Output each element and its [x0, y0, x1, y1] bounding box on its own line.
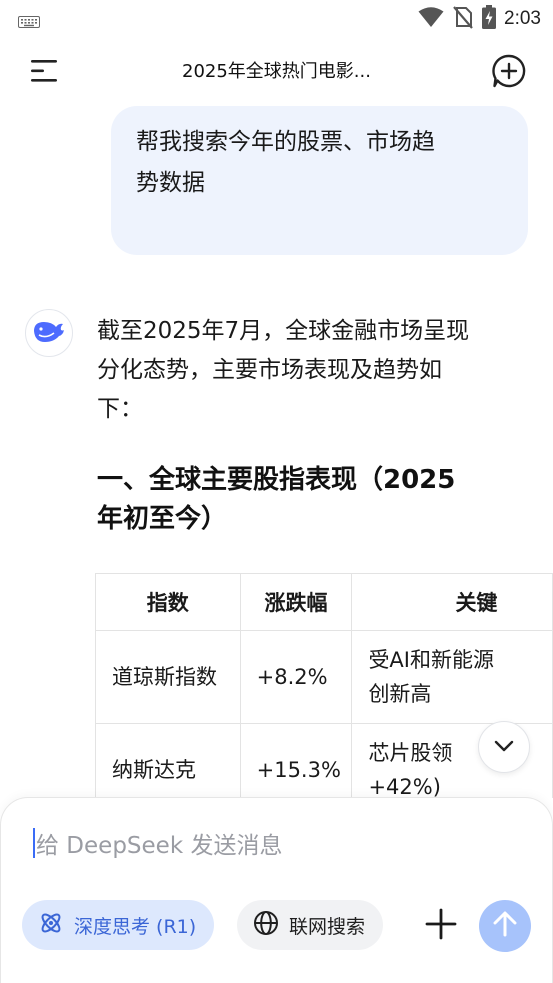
table-header-cell: 指数 [95, 573, 241, 631]
keyboard-icon [18, 13, 40, 32]
battery-charging-icon [482, 5, 497, 33]
table-cell: 受AI和新能源 创新高 [351, 630, 553, 724]
chat-title[interactable]: 2025年全球热门电影... [110, 57, 443, 83]
assistant-intro-text: 截至2025年7月，全球金融市场呈现 分化态势，主要市场表现及趋势如 下： [97, 312, 537, 429]
assistant-text-line: 下： [97, 396, 143, 422]
message-composer: 给 DeepSeek 发送消息 深度思考 (R1) 联网搜索 [0, 797, 553, 983]
web-search-label: 联网搜索 [289, 915, 366, 938]
new-chat-icon [491, 54, 527, 93]
deepseek-whale-icon [32, 318, 66, 348]
deep-think-label: 深度思考 (R1) [74, 915, 197, 938]
table-cell: 道琼斯指数 [95, 630, 241, 724]
heading-line: 年初至今） [97, 504, 228, 534]
scroll-to-bottom-button[interactable] [478, 721, 530, 773]
chevron-down-icon [493, 738, 515, 757]
status-time: 2:03 [504, 8, 541, 29]
web-search-toggle[interactable]: 联网搜索 [237, 900, 384, 950]
cell-text-line: +42%) [368, 775, 441, 798]
deep-think-toggle[interactable]: 深度思考 (R1) [22, 900, 215, 950]
message-input[interactable]: 给 DeepSeek 发送消息 [33, 826, 493, 860]
wifi-icon [418, 6, 444, 32]
table-header-cell: 涨跌幅 [239, 573, 353, 631]
table-row: 道琼斯指数 +8.2% 受AI和新能源 创新高 [95, 630, 553, 724]
attach-button[interactable] [421, 904, 461, 944]
menu-button[interactable] [28, 56, 60, 86]
message-input-placeholder: 给 DeepSeek 发送消息 [36, 833, 283, 859]
assistant-heading: 一、全球主要股指表现（2025 年初至今） [97, 461, 537, 539]
arrow-up-icon [492, 910, 518, 942]
globe-icon [253, 910, 279, 941]
no-sim-icon [452, 5, 474, 33]
table-cell: +8.2% [239, 630, 353, 724]
user-message-bubble[interactable]: 帮我搜索今年的股票、市场趋 势数据 [111, 106, 528, 255]
table-cell: +15.3% [239, 723, 353, 798]
table-header-row: 指数 涨跌幅 关键 [95, 573, 553, 631]
assistant-text-line: 截至2025年7月，全球金融市场呈现 [97, 318, 470, 344]
text-caret [33, 828, 35, 858]
menu-icon [28, 60, 60, 90]
heading-line: 一、全球主要股指表现（2025 [97, 465, 456, 495]
plus-icon [421, 908, 461, 948]
assistant-text-line: 分化态势，主要市场表现及趋势如 [97, 357, 442, 383]
table-cell: 纳斯达克 [95, 723, 241, 798]
user-message-line: 势数据 [136, 170, 205, 196]
user-message-line: 帮我搜索今年的股票、市场趋 [136, 129, 435, 155]
status-bar: 2:03 [0, 0, 553, 38]
assistant-avatar [25, 309, 73, 357]
send-button[interactable] [479, 900, 531, 952]
new-chat-button[interactable] [491, 53, 527, 89]
cell-text-line: 创新高 [368, 682, 432, 706]
app-header: 2025年全球热门电影... [0, 38, 553, 102]
cell-text-line: 受AI和新能源 [368, 648, 494, 672]
atom-icon [38, 910, 64, 941]
table-header-cell: 关键 [351, 573, 553, 631]
